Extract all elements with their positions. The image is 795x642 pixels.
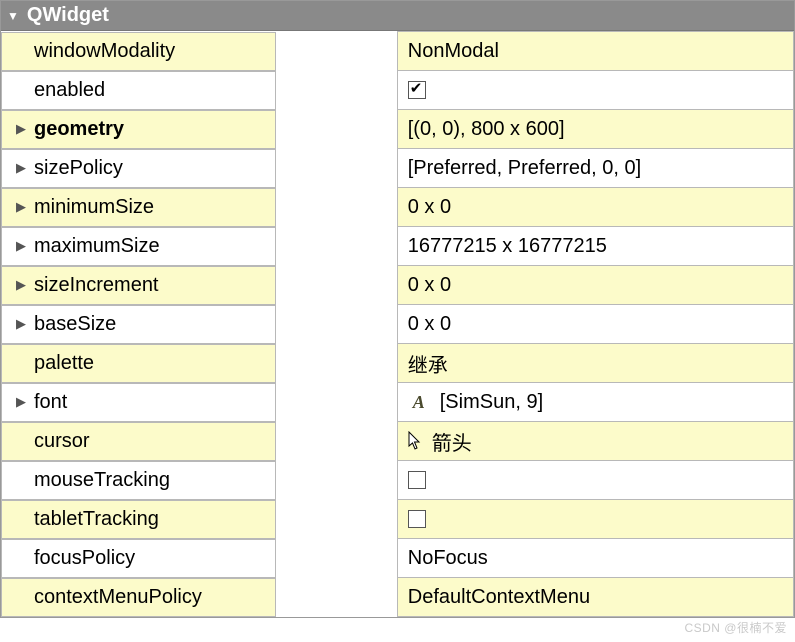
property-value-label: 0 x 0 [408,313,451,335]
property-value-label: 0 x 0 [408,196,451,218]
property-row-baseSize[interactable]: ▶ baseSize 0 x 0 [1,305,794,344]
property-name-cell[interactable]: enabled [1,71,276,110]
property-name-cell[interactable]: ▶ minimumSize [1,188,276,227]
property-value-cell[interactable]: A [SimSun, 9] [397,383,793,422]
property-row-font[interactable]: ▶ font A [SimSun, 9] [1,383,794,422]
checkbox-tabletTracking[interactable] [408,510,426,528]
property-name-label: baseSize [34,313,116,336]
property-value-cell[interactable]: 0 x 0 [397,266,793,305]
property-value-label: [Preferred, Preferred, 0, 0] [408,157,641,179]
property-table: windowModality NonModal enabled ▶ geometry [(… [1,31,794,617]
font-value-wrap: A [SimSun, 9] [408,391,793,414]
property-value-cell[interactable]: 0 x 0 [397,305,793,344]
font-icon: A [408,392,430,413]
property-name-cell[interactable]: ▶ geometry [1,110,276,149]
property-name-label: windowModality [34,40,175,63]
property-value-cell[interactable]: DefaultContextMenu [397,578,793,617]
property-name-label: sizePolicy [34,157,123,180]
property-row-tabletTracking[interactable]: tabletTracking [1,500,794,539]
expand-icon[interactable]: ▶ [14,316,28,332]
property-value-label: DefaultContextMenu [408,586,590,608]
property-row-sizeIncrement[interactable]: ▶ sizeIncrement 0 x 0 [1,266,794,305]
property-row-sizePolicy[interactable]: ▶ sizePolicy [Preferred, Preferred, 0, 0] [1,149,794,188]
property-name-cell[interactable]: ▶ maximumSize [1,227,276,266]
expand-icon[interactable]: ▶ [14,238,28,254]
property-name-label: mouseTracking [34,469,170,492]
section-header-qwidget[interactable]: ▼ QWidget [1,1,794,31]
property-row-enabled[interactable]: enabled [1,71,794,110]
property-name-cell[interactable]: tabletTracking [1,500,276,539]
property-name-label: contextMenuPolicy [34,586,202,609]
property-name-cell[interactable]: ▶ baseSize [1,305,276,344]
property-name-label: tabletTracking [34,508,159,531]
property-value-cell[interactable] [397,500,793,539]
property-name-label: cursor [34,430,90,453]
property-editor-panel: ▼ QWidget windowModality NonModal enabled ▶… [0,0,795,618]
property-value-cell[interactable]: [Preferred, Preferred, 0, 0] [397,149,793,188]
property-value-cell[interactable]: NonModal [397,32,793,71]
expand-icon[interactable]: ▶ [14,160,28,176]
property-row-mouseTracking[interactable]: mouseTracking [1,461,794,500]
property-value-label: [(0, 0), 800 x 600] [408,118,565,140]
property-value-cell[interactable]: 继承 [397,344,793,383]
property-name-cell[interactable]: contextMenuPolicy [1,578,276,617]
property-name-cell[interactable]: ▶ font [1,383,276,422]
property-row-windowModality[interactable]: windowModality NonModal [1,32,794,71]
property-name-label: sizeIncrement [34,274,159,297]
property-name-label: enabled [34,79,105,102]
property-row-contextMenuPolicy[interactable]: contextMenuPolicy DefaultContextMenu [1,578,794,617]
property-value-label: 箭头 [432,427,472,456]
expand-icon[interactable]: ▶ [14,121,28,137]
property-row-cursor[interactable]: cursor 箭头 [1,422,794,461]
cursor-value-wrap: 箭头 [408,427,793,456]
collapse-icon: ▼ [7,9,19,23]
property-name-label: focusPolicy [34,547,135,570]
property-name-label: palette [34,352,94,375]
property-value-label: 0 x 0 [408,274,451,296]
property-value-cell[interactable]: 0 x 0 [397,188,793,227]
property-name-cell[interactable]: ▶ sizeIncrement [1,266,276,305]
property-value-label: NoFocus [408,547,488,569]
property-name-label: geometry [34,118,124,141]
property-name-cell[interactable]: cursor [1,422,276,461]
property-value-cell[interactable] [397,71,793,110]
property-row-maximumSize[interactable]: ▶ maximumSize 16777215 x 16777215 [1,227,794,266]
cursor-arrow-icon [408,431,422,451]
property-value-cell[interactable] [397,461,793,500]
property-value-cell[interactable]: 箭头 [397,422,793,461]
property-value-cell[interactable]: 16777215 x 16777215 [397,227,793,266]
property-value-label: 继承 [408,355,448,377]
checkbox-mouseTracking[interactable] [408,471,426,489]
property-name-cell[interactable]: focusPolicy [1,539,276,578]
expand-icon[interactable]: ▶ [14,199,28,215]
property-name-cell[interactable]: windowModality [1,32,276,71]
property-value-label: 16777215 x 16777215 [408,235,607,257]
property-name-cell[interactable]: palette [1,344,276,383]
property-value-label: NonModal [408,40,499,62]
property-value-label: [SimSun, 9] [440,391,543,414]
property-value-cell[interactable]: NoFocus [397,539,793,578]
property-name-cell[interactable]: ▶ sizePolicy [1,149,276,188]
checkbox-enabled[interactable] [408,81,426,99]
property-row-focusPolicy[interactable]: focusPolicy NoFocus [1,539,794,578]
expand-icon[interactable]: ▶ [14,277,28,293]
section-title: QWidget [27,4,109,27]
property-value-cell[interactable]: [(0, 0), 800 x 600] [397,110,793,149]
watermark: CSDN @很楠不爱 [684,619,787,636]
property-row-minimumSize[interactable]: ▶ minimumSize 0 x 0 [1,188,794,227]
expand-icon[interactable]: ▶ [14,394,28,410]
property-row-geometry[interactable]: ▶ geometry [(0, 0), 800 x 600] [1,110,794,149]
property-name-label: maximumSize [34,235,160,258]
property-name-label: font [34,391,67,414]
property-name-cell[interactable]: mouseTracking [1,461,276,500]
property-name-label: minimumSize [34,196,154,219]
property-row-palette[interactable]: palette 继承 [1,344,794,383]
